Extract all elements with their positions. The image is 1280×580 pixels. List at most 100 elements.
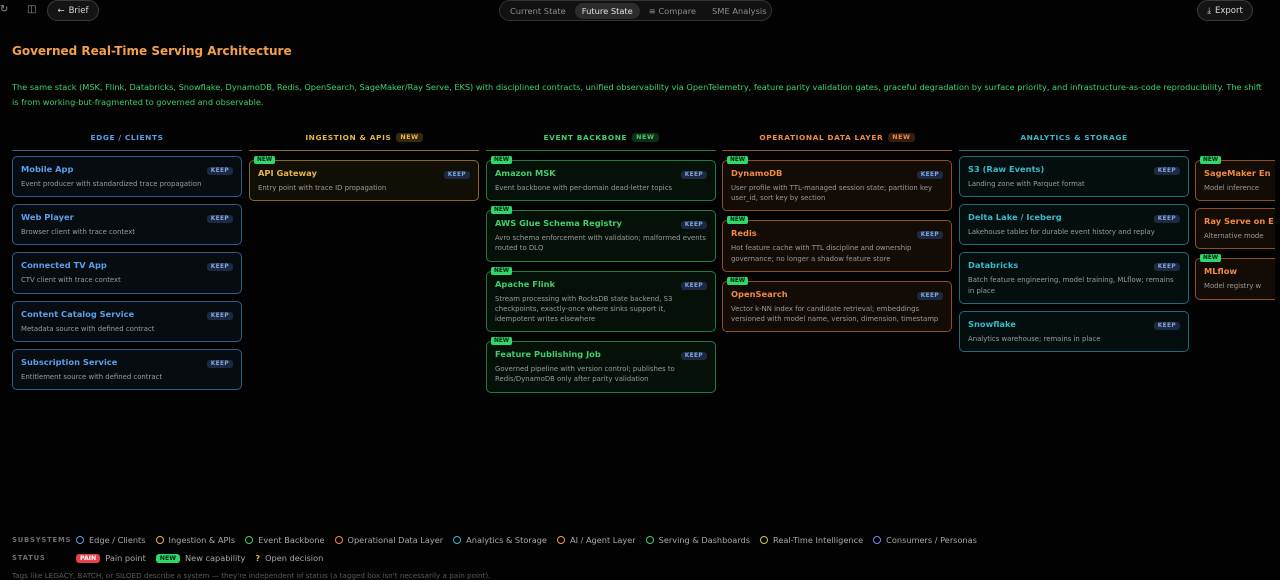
card-name: Connected TV App <box>21 260 107 271</box>
column-title: INGESTION & APIS <box>305 132 392 142</box>
keep-badge: KEEP <box>1153 215 1180 224</box>
card-description: Landing zone with Parquet format <box>968 180 1085 188</box>
legend-subsystem-label: Edge / Clients <box>89 535 146 545</box>
intro-text: The same stack (MSK, Flink, Databricks, … <box>12 82 1262 107</box>
brief-button[interactable]: ← Brief <box>47 0 99 21</box>
service-card[interactable]: Connected TV App CTV client with trace co… <box>12 252 242 294</box>
card-name: MLflow <box>1204 266 1238 277</box>
service-card[interactable]: Subscription Service Entitlement source w… <box>12 348 242 391</box>
legend-new: NEW New capability <box>155 553 245 563</box>
card-name: AWS Glue Schema Registry <box>495 218 622 229</box>
column-title: ANALYTICS & STORAGE <box>1020 132 1128 142</box>
legend-subsystem[interactable]: Ingestion & APIs <box>155 535 236 545</box>
legend-subsystem[interactable]: Edge / Clients <box>76 535 146 545</box>
card-description: Alternative mode <box>1204 232 1264 241</box>
keep-badge: KEEP <box>1153 321 1180 330</box>
service-card[interactable]: Snowflake Analytics warehouse; remains in… <box>959 310 1189 353</box>
service-card[interactable]: NEW SageMaker En Model inference <box>1195 156 1275 202</box>
keep-badge: KEEP <box>680 281 707 290</box>
card-description: Hot feature cache with TTL discipline an… <box>731 244 912 263</box>
keep-badge: KEEP <box>916 231 943 240</box>
card-name: Feature Publishing Job <box>495 349 601 360</box>
service-card[interactable]: Mobile App Event producer with standardiz… <box>12 156 242 198</box>
column-new-badge: NEW <box>888 132 915 142</box>
pain-label: Pain point <box>105 553 146 563</box>
card-name: API Gateway <box>258 168 317 178</box>
keep-badge: KEEP <box>443 171 470 179</box>
card-name: DynamoDB <box>731 168 783 178</box>
card-new-tag: NEW <box>727 276 749 285</box>
circle-icon <box>76 536 84 544</box>
card-description: Batch feature engineering, model trainin… <box>968 276 1174 295</box>
column-title: EVENT BACKBONE <box>543 132 628 142</box>
keep-badge: KEEP <box>206 215 233 224</box>
legend-subsystem-label: Serving & Dashboards <box>658 535 751 545</box>
column-3: OPERATIONAL DATA LAYER NEW NEW DynamoDB User… <box>722 130 952 339</box>
card-new-tag: NEW <box>727 156 749 164</box>
pain-badge: PAIN <box>76 553 101 563</box>
service-card[interactable]: NEW MLflow Model registry w <box>1195 254 1275 300</box>
column-2: EVENT BACKBONE NEW NEW Amazon MSK Event back… <box>486 130 716 400</box>
keep-badge: KEEP <box>916 291 943 300</box>
keep-badge: KEEP <box>206 359 233 368</box>
circle-icon <box>453 536 462 544</box>
card-name: Apache Flink <box>495 278 556 289</box>
legend-subsystem[interactable]: Event Backbone <box>245 535 325 545</box>
legend-subsystem[interactable]: Real-Time Intelligence <box>760 535 863 545</box>
card-name: Redis <box>731 228 757 239</box>
service-card[interactable]: NEW DynamoDB User profile with TTL-managed… <box>722 156 952 212</box>
column-4: ANALYTICS & STORAGE S3 (Raw Events) Landin… <box>959 130 1189 359</box>
card-name: SageMaker En <box>1204 168 1271 178</box>
column-header: ANALYTICS & STORAGE <box>959 130 1189 150</box>
service-card[interactable]: Ray Serve on E Alternative mode <box>1195 208 1275 250</box>
column-0: EDGE / CLIENTS Mobile App Event producer w… <box>12 130 242 397</box>
service-card[interactable]: Content Catalog Service Metadata source w… <box>12 300 242 342</box>
service-card[interactable]: NEW Feature Publishing Job Governed pipeli… <box>486 337 716 393</box>
service-card[interactable]: Delta Lake / Iceberg Lakehouse tables for… <box>959 204 1189 246</box>
card-name: OpenSearch <box>731 288 788 299</box>
card-new-tag: NEW <box>491 156 513 164</box>
service-card[interactable]: Databricks Batch feature engineering, mod… <box>959 252 1189 304</box>
status-legend: STATUS PAIN Pain point NEW New capabilit… <box>12 552 1272 564</box>
legend-subsystem[interactable]: AI / Agent Layer <box>556 535 636 545</box>
card-description: CTV client with trace context <box>21 276 121 285</box>
keep-badge: KEEP <box>916 171 943 179</box>
service-card[interactable]: NEW API Gateway Entry point with trace ID … <box>249 156 479 202</box>
top-bar: ↻ ◫ ← Brief Current State Future State ≡… <box>0 0 1280 22</box>
keep-badge: KEEP <box>680 171 707 179</box>
legend-subsystem[interactable]: Operational Data Layer <box>334 535 444 545</box>
legend-subsystem-label: Operational Data Layer <box>347 535 444 545</box>
service-card[interactable]: NEW OpenSearch Vector k-NN index for candi… <box>722 276 952 333</box>
tab-current-state[interactable]: Current State <box>503 3 573 19</box>
legend-subsystem[interactable]: Serving & Dashboards <box>645 535 751 545</box>
service-card[interactable]: NEW Redis Hot feature cache with TTL disci… <box>722 216 952 272</box>
column-header: OPERATIONAL DATA LAYER NEW <box>722 130 952 150</box>
service-card[interactable]: Web Player Browser client with trace cont… <box>12 204 242 246</box>
card-description: Event producer with standardized trace p… <box>21 180 202 188</box>
keep-badge: KEEP <box>206 263 233 272</box>
service-card[interactable]: NEW Amazon MSK Event backbone with per-dom… <box>486 156 716 202</box>
keep-badge: KEEP <box>680 352 707 361</box>
refresh-icon[interactable]: ↻ <box>0 4 8 15</box>
brief-button-label: Brief <box>68 5 89 16</box>
service-card[interactable]: S3 (Raw Events) Landing zone with Parquet… <box>959 156 1189 198</box>
card-new-tag: NEW <box>1200 156 1222 164</box>
new-badge: NEW <box>155 553 181 563</box>
tab-compare[interactable]: ≡ Compare <box>642 3 703 19</box>
export-button[interactable]: ⤓ Export <box>1197 0 1253 21</box>
legend-subsystem[interactable]: Consumers / Personas <box>873 535 977 545</box>
page-title: Governed Real-Time Serving Architecture <box>12 44 292 58</box>
service-card[interactable]: NEW Apache Flink Stream processing with Ro… <box>486 266 716 333</box>
card-name: Subscription Service <box>21 356 118 367</box>
download-icon: ⤓ <box>1207 5 1211 16</box>
tab-sme-analysis[interactable]: SME Analysis <box>705 3 774 19</box>
legend-subsystem[interactable]: Analytics & Storage <box>453 535 547 545</box>
circle-icon <box>245 536 254 544</box>
card-name: Delta Lake / Iceberg <box>968 212 1062 223</box>
keep-badge: KEEP <box>206 311 233 320</box>
legend-open: ? Open decision <box>255 553 323 563</box>
sidebar-toggle-icon[interactable]: ◫ <box>27 4 36 15</box>
legend-subsystem-label: Ingestion & APIs <box>168 535 236 545</box>
service-card[interactable]: NEW AWS Glue Schema Registry Avro schema e… <box>486 206 716 262</box>
tab-future-state[interactable]: Future State <box>574 2 640 19</box>
